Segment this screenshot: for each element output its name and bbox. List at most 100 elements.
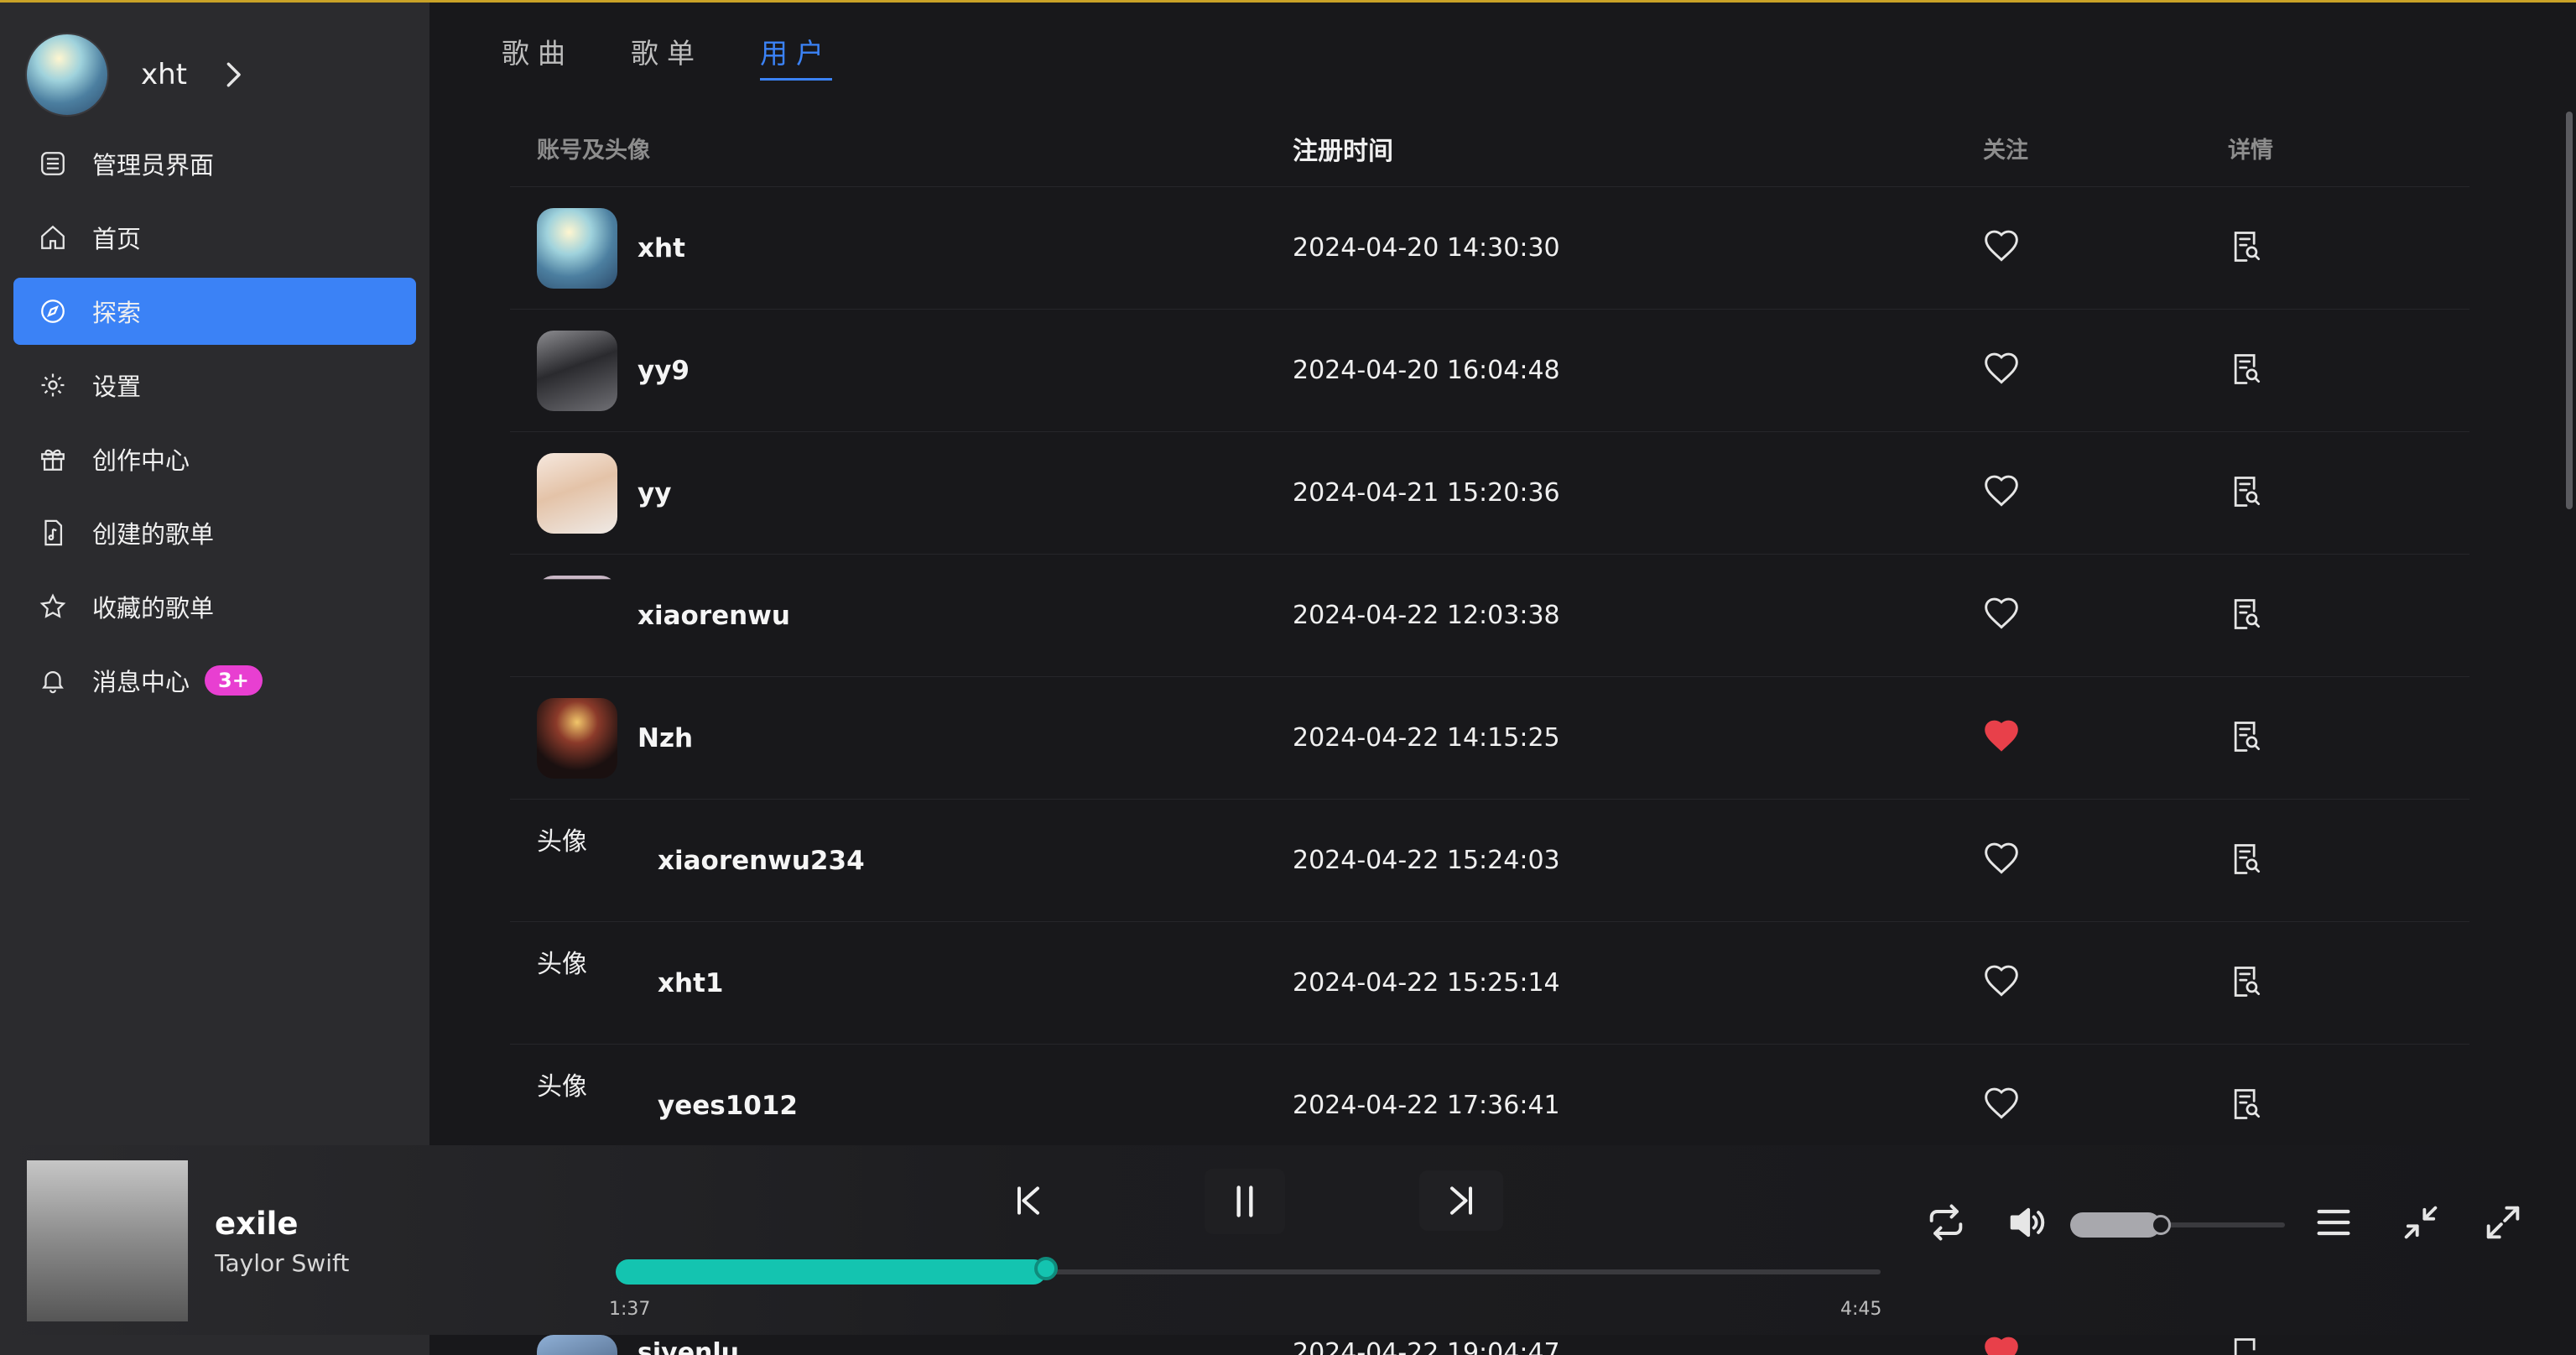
fullscreen-button[interactable]	[2481, 1201, 2525, 1244]
next-button[interactable]	[1419, 1170, 1503, 1231]
detail-icon[interactable]	[2228, 228, 2265, 265]
heart-icon[interactable]	[1983, 351, 2020, 388]
register-time: 2024-04-22 15:25:14	[1293, 968, 1560, 998]
avatar[interactable]	[25, 33, 109, 117]
detail-icon[interactable]	[2228, 841, 2265, 878]
sidebar-item-home[interactable]: 首页	[13, 204, 416, 271]
detail-icon[interactable]	[2228, 718, 2265, 755]
detail-cell	[2228, 1086, 2469, 1126]
username[interactable]: xht	[637, 233, 685, 263]
sidebar-item-created-playlists[interactable]: 创建的歌单	[13, 499, 416, 566]
playlist-button[interactable]	[2312, 1201, 2355, 1244]
volume-button[interactable]	[2005, 1201, 2048, 1244]
sidebar-nav: 管理员界面 首页 探索 设置 创作中心 创建的歌单 收藏的歌单 消息中心 3+	[13, 130, 416, 721]
heart-icon[interactable]	[1983, 963, 2020, 1000]
tab-users[interactable]: 用户	[760, 31, 832, 81]
table-header: 账号及头像 注册时间 关注 详情	[510, 110, 2469, 187]
repeat-button[interactable]	[1924, 1201, 1968, 1244]
scrollbar-thumb[interactable]	[2566, 112, 2573, 509]
user-profile[interactable]: xht	[25, 31, 247, 118]
sidebar-item-settings[interactable]: 设置	[13, 352, 416, 419]
sidebar-item-admin[interactable]: 管理员界面	[13, 130, 416, 197]
sidebar-item-messages[interactable]: 消息中心 3+	[13, 647, 416, 714]
heart-icon[interactable]	[1983, 596, 2020, 633]
progress-bar[interactable]	[616, 1257, 1881, 1285]
sidebar-item-explore[interactable]: 探索	[13, 278, 416, 345]
username[interactable]: Nzh	[637, 723, 693, 753]
avatar[interactable]: 头像	[537, 943, 637, 1024]
username[interactable]: yees1012	[658, 1091, 798, 1121]
username[interactable]: siyenlu	[637, 1338, 739, 1355]
username[interactable]: xiaorenwu234	[658, 846, 865, 876]
volume-handle[interactable]	[2150, 1215, 2171, 1235]
detail-icon[interactable]	[2228, 351, 2265, 388]
detail-icon[interactable]	[2228, 1086, 2265, 1123]
heart-filled-icon[interactable]	[1983, 1335, 2020, 1355]
progress-handle[interactable]	[1033, 1257, 1058, 1280]
music-file-icon	[44, 519, 63, 546]
pause-button[interactable]	[1205, 1169, 1285, 1234]
user-name[interactable]: xht	[141, 58, 187, 91]
table-row[interactable]: 头像 xiaorenwu234 2024-04-22 15:24:03	[510, 800, 2469, 922]
song-artist[interactable]: Taylor Swift	[215, 1249, 349, 1277]
username[interactable]: yy9	[637, 356, 690, 386]
avatar[interactable]	[537, 452, 617, 534]
sidebar-item-label: 收藏的歌单	[92, 594, 215, 623]
avatar[interactable]	[537, 575, 617, 656]
tab-songs[interactable]: 歌曲	[502, 31, 574, 81]
sidebar-item-label: 首页	[92, 225, 142, 253]
table-row[interactable]: yy9 2024-04-20 16:04:48	[510, 310, 2469, 432]
column-header-registered: 注册时间	[1293, 136, 1393, 166]
account-cell: xiaorenwu	[510, 575, 1293, 656]
table-row[interactable]: 头像 xht1 2024-04-22 15:25:14	[510, 922, 2469, 1045]
follow-cell	[1983, 228, 2228, 268]
heart-icon[interactable]	[1983, 473, 2020, 510]
heart-filled-icon[interactable]	[1983, 718, 2020, 755]
avatar[interactable]: 头像	[537, 821, 637, 901]
heart-icon[interactable]	[1983, 841, 2020, 878]
avatar[interactable]: 头像	[537, 1066, 637, 1146]
chevron-right-icon[interactable]	[219, 60, 247, 89]
table-row[interactable]: xiaorenwu 2024-04-22 12:03:38	[510, 555, 2469, 677]
avatar[interactable]	[537, 697, 617, 779]
detail-icon[interactable]	[2228, 963, 2265, 1000]
volume-slider[interactable]	[2070, 1212, 2285, 1238]
volume-fill	[2070, 1212, 2161, 1238]
avatar[interactable]	[537, 330, 617, 411]
detail-icon[interactable]	[2228, 1335, 2265, 1355]
table-row-partial[interactable]: siyenlu 2024-04-22 19:04:47	[510, 1335, 2469, 1355]
table-row[interactable]: xht 2024-04-20 14:30:30	[510, 187, 2469, 310]
follow-cell	[1983, 473, 2228, 513]
detail-cell	[2228, 963, 2469, 1003]
avatar[interactable]	[537, 1335, 617, 1355]
username[interactable]: yy	[637, 478, 671, 508]
heart-icon[interactable]	[1983, 228, 2020, 265]
song-title[interactable]: exile	[215, 1206, 298, 1242]
sidebar-item-creator[interactable]: 创作中心	[13, 425, 416, 492]
avatar[interactable]	[537, 207, 617, 289]
minimize-player-button[interactable]	[2399, 1201, 2443, 1244]
previous-button[interactable]	[1003, 1177, 1054, 1224]
username[interactable]: xht1	[658, 968, 723, 998]
tab-playlists[interactable]: 歌单	[631, 31, 703, 81]
table-row[interactable]: Nzh 2024-04-22 14:15:25	[510, 677, 2469, 800]
detail-icon[interactable]	[2228, 473, 2265, 510]
detail-icon[interactable]	[2228, 596, 2265, 633]
album-cover[interactable]	[27, 1160, 188, 1321]
sidebar-item-favorite-playlists[interactable]: 收藏的歌单	[13, 573, 416, 640]
home-icon	[41, 225, 65, 249]
detail-cell	[2228, 351, 2469, 391]
account-cell: Nzh	[510, 697, 1293, 779]
pause-icon	[1236, 1186, 1253, 1217]
table-row[interactable]: yy 2024-04-21 15:20:36	[510, 432, 2469, 555]
heart-icon[interactable]	[1983, 1086, 2020, 1123]
follow-cell	[1983, 351, 2228, 391]
username[interactable]: xiaorenwu	[637, 601, 790, 631]
detail-cell	[2228, 841, 2469, 881]
register-time: 2024-04-22 17:36:41	[1293, 1091, 1560, 1120]
detail-cell	[2228, 1335, 2469, 1355]
compass-icon	[41, 300, 65, 323]
register-time: 2024-04-20 14:30:30	[1293, 233, 1560, 263]
sidebar-item-label: 探索	[92, 299, 142, 327]
player-bar: exile Taylor Swift 1:37 4:45	[0, 1145, 2576, 1335]
